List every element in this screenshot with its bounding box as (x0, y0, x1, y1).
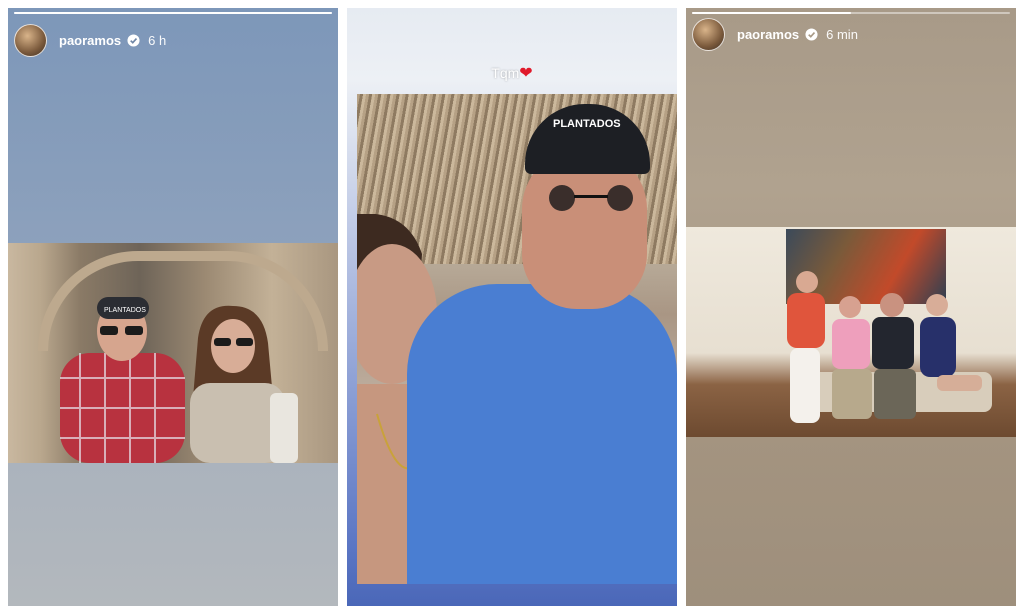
family-group (787, 271, 992, 423)
story-progress-bar (692, 12, 1010, 14)
caption-text: Tqm (491, 65, 520, 81)
story-header: paoramos 6 min (692, 18, 858, 51)
story-photo: PLANTADOS (8, 243, 338, 463)
story-photo (686, 227, 1016, 437)
story-panel-1[interactable]: paoramos 6 h PLANTADOS (8, 8, 338, 606)
heart-emoji-icon: ❤ (519, 65, 533, 82)
username[interactable]: paoramos (59, 33, 121, 48)
story-header: paoramos 6 h (14, 24, 166, 57)
profile-avatar[interactable] (14, 24, 47, 57)
cap-text: PLANTADOS (104, 307, 146, 314)
username[interactable]: paoramos (737, 27, 799, 42)
blue-shirt (407, 284, 677, 584)
story-panel-3[interactable]: paoramos 6 min (686, 8, 1016, 606)
story-progress-bar (14, 12, 332, 14)
story-caption: Tqm❤ (347, 63, 677, 83)
verified-badge-icon (127, 34, 140, 47)
sunglasses (549, 185, 633, 211)
woman-in-sunglasses (190, 305, 298, 463)
cap-text: PLANTADOS (553, 118, 621, 130)
story-panel-2[interactable]: Tqm❤ PLANTADOS (347, 8, 677, 606)
story-photo: PLANTADOS (357, 94, 677, 584)
profile-avatar[interactable] (692, 18, 725, 51)
story-timestamp: 6 h (148, 33, 167, 48)
verified-badge-icon (805, 28, 818, 41)
story-timestamp: 6 min (826, 27, 858, 42)
